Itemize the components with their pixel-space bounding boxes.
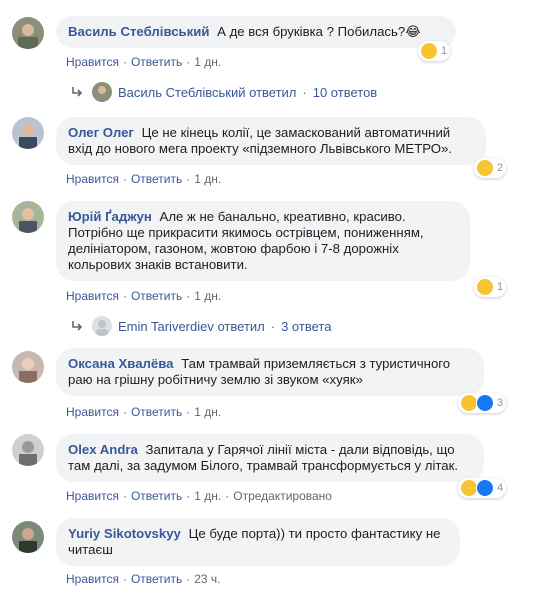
comment-actions: Нравится · Ответить · 1 дн. (66, 289, 222, 303)
avatar[interactable] (12, 521, 44, 553)
comment-bubble: Olex Andra Запитала у Гарячої лінії міст… (56, 434, 484, 482)
like-link[interactable]: Нравится (66, 572, 119, 586)
like-link[interactable]: Нравится (66, 55, 119, 69)
reactions-count: 1 (497, 281, 504, 293)
comment-actions: Нравится · Ответить · 1 дн. · Отредактировано (66, 489, 332, 503)
avatar[interactable] (12, 201, 44, 233)
reply-count: 10 ответов (312, 84, 378, 100)
reply-author: Emin Tariverdiev (118, 318, 214, 334)
reactions-count: 1 (441, 45, 448, 57)
reply-link[interactable]: Ответить (131, 289, 182, 303)
comment-author[interactable]: Олег Олег (68, 125, 134, 140)
comment-actions: Нравится · Ответить · 1 дн. (66, 55, 222, 69)
reply-author: Василь Стеблівський (118, 84, 246, 100)
reactions-badge[interactable]: 1 (474, 277, 507, 297)
haha-emoji-icon (476, 159, 494, 177)
like-link[interactable]: Нравится (66, 405, 119, 419)
comment-author[interactable]: Yuriy Sikotovskyy (68, 526, 181, 541)
haha-emoji-icon (420, 42, 438, 60)
timestamp[interactable]: 1 дн. (194, 172, 221, 186)
like-link[interactable]: Нравится (66, 172, 119, 186)
comment-actions: Нравится · Ответить · 1 дн. (66, 172, 222, 186)
comment-text: А де вся бруківка ? Побилась?😂 (217, 24, 421, 39)
avatar[interactable] (12, 434, 44, 466)
replies-link[interactable]: Emin Tariverdiev ответил · 3 ответа (70, 316, 331, 336)
reply-count: 3 ответа (281, 318, 332, 334)
reply-verb: ответил (217, 318, 265, 334)
reactions-count: 4 (497, 482, 504, 494)
comment-actions: Нравится · Ответить · 23 ч. (66, 572, 221, 586)
reply-arrow-icon (72, 87, 83, 97)
reply-arrow-icon (72, 321, 83, 331)
reply-link[interactable]: Ответить (131, 55, 182, 69)
avatar[interactable] (12, 351, 44, 383)
like-link[interactable]: Нравится (66, 289, 119, 303)
comment-bubble: Василь Стеблівський А де вся бруківка ? … (56, 16, 456, 48)
like-emoji-icon (476, 479, 494, 497)
comment-actions: Нравится · Ответить · 1 дн. (66, 405, 222, 419)
avatar[interactable] (12, 17, 44, 49)
timestamp[interactable]: 1 дн. (194, 405, 221, 419)
reactions-badge[interactable]: 3 (458, 393, 507, 413)
reply-author-avatar (92, 82, 112, 102)
comment-author[interactable]: Василь Стеблівський (68, 24, 209, 39)
haha-emoji-icon (476, 278, 494, 296)
edited-label[interactable]: Отредактировано (233, 489, 332, 503)
timestamp[interactable]: 23 ч. (194, 572, 220, 586)
reply-link[interactable]: Ответить (131, 172, 182, 186)
like-link[interactable]: Нравится (66, 489, 119, 503)
reply-link[interactable]: Ответить (131, 405, 182, 419)
like-emoji-icon (476, 394, 494, 412)
comment-bubble: Юрій Ґаджун Але ж не банально, креативно… (56, 201, 470, 281)
comment-bubble: Оксана Хвалёва Там трамвай приземляється… (56, 348, 484, 396)
comment-bubble: Yuriy Sikotovskyy Це буде порта)) ти про… (56, 518, 460, 566)
reactions-badge[interactable]: 2 (474, 158, 507, 178)
avatar[interactable] (12, 117, 44, 149)
reply-author-avatar (92, 316, 112, 336)
reactions-count: 3 (497, 397, 504, 409)
replies-link[interactable]: Василь Стеблівський ответил · 10 ответов (70, 82, 377, 102)
reply-verb: ответил (249, 84, 297, 100)
reactions-badge[interactable]: 4 (458, 478, 507, 498)
reactions-badge[interactable]: 1 (418, 41, 451, 61)
timestamp[interactable]: 1 дн. (194, 489, 221, 503)
timestamp[interactable]: 1 дн. (194, 55, 221, 69)
reply-link[interactable]: Ответить (131, 572, 182, 586)
comment-author[interactable]: Юрій Ґаджун (68, 209, 152, 224)
comment-author[interactable]: Olex Andra (68, 442, 138, 457)
timestamp[interactable]: 1 дн. (194, 289, 221, 303)
reactions-count: 2 (497, 162, 504, 174)
comment-bubble: Олег Олег Це не кінець колії, це замаско… (56, 117, 486, 165)
comment-author[interactable]: Оксана Хвалёва (68, 356, 174, 371)
reply-link[interactable]: Ответить (131, 489, 182, 503)
